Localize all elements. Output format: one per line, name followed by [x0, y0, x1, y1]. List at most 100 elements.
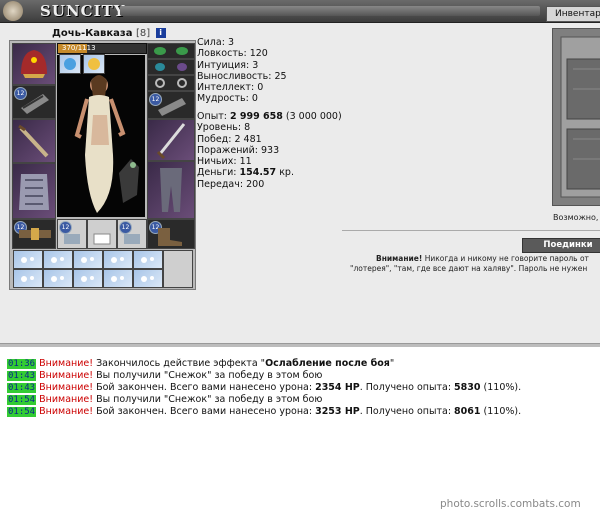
- pocket-slot-9[interactable]: [103, 269, 133, 288]
- money-row: Деньги: 154.57 кр.: [197, 167, 294, 179]
- sword-icon: [18, 124, 49, 158]
- leggings-slot[interactable]: [147, 161, 195, 219]
- armor-icon: [19, 174, 49, 210]
- scroll-slot-3[interactable]: 12: [117, 219, 147, 249]
- pocket-slot-10[interactable]: [133, 269, 163, 288]
- level-row: Уровень: 8: [197, 122, 251, 134]
- hp-bar: 370/1113: [57, 43, 147, 54]
- pocket-slot-5[interactable]: [133, 250, 163, 269]
- logo-text: SUNCITY: [40, 2, 126, 20]
- duels-button[interactable]: Поединки: [522, 238, 600, 253]
- chat-message: 01:54 Внимание! Вы получили "Снежок" за …: [7, 394, 323, 405]
- stats-block: Сила: 3 Ловкость: 120 Интуиция: 3 Выносл…: [197, 37, 347, 105]
- pocket-slot-7[interactable]: [43, 269, 73, 288]
- progress-block: Опыт: 2 999 658 (3 000 000) Уровень: 8 П…: [197, 111, 352, 190]
- security-warning-line-1: Внимание! Никогда и никому не говорите п…: [376, 254, 589, 263]
- rune-slot-2[interactable]: [147, 59, 195, 75]
- chat-message: 01:43 Внимание! Бой закончен. Всего вами…: [7, 382, 522, 393]
- snowball-icon: [81, 276, 94, 282]
- stat-endurance: Выносливость: 25: [197, 70, 287, 82]
- paper-doll: 370/1113 12 12 12 12 12 12: [9, 40, 196, 290]
- chat-warning-label: Внимание!: [39, 394, 94, 405]
- chat-timestamp[interactable]: 01:36: [7, 359, 37, 369]
- pocket-slot-3[interactable]: [73, 250, 103, 269]
- location-image[interactable]: [552, 28, 600, 206]
- rune-slot-1[interactable]: [147, 43, 195, 59]
- chat-timestamp[interactable]: 01:54: [7, 395, 37, 405]
- chat-message: 01:43 Внимание! Вы получили "Снежок" за …: [7, 370, 323, 381]
- chat-warning-label: Внимание!: [39, 358, 94, 369]
- belt-slot[interactable]: 12: [12, 219, 56, 249]
- armor-slot[interactable]: [12, 163, 56, 219]
- snowball-icon: [21, 257, 34, 263]
- snow-effect-icon: [64, 58, 76, 70]
- security-warning-line-2: "лотерея", "там, где все дают на халяву"…: [350, 264, 588, 273]
- snowball-icon: [21, 276, 34, 282]
- hp-text: 370/1113: [62, 44, 96, 52]
- earrings-slot[interactable]: 12: [12, 85, 56, 119]
- info-icon[interactable]: i: [155, 28, 166, 38]
- dagger-icon: [156, 123, 186, 160]
- stat-intuition: Интуиция: 3: [197, 59, 259, 71]
- scroll-icon: [93, 233, 111, 245]
- rune-slot-3[interactable]: [147, 75, 195, 91]
- pocket-slot-empty[interactable]: [163, 250, 193, 288]
- chat-warning-label: Внимание!: [39, 406, 94, 417]
- scroll-icon: [124, 234, 140, 244]
- effect-slot-1[interactable]: [59, 54, 81, 74]
- top-decorative-band: [120, 6, 540, 16]
- boots-icon: [158, 228, 182, 246]
- beetle-icon: [154, 47, 188, 55]
- logo-emblem-icon: [3, 1, 23, 21]
- character-portrait: [57, 55, 145, 217]
- transfers-row: Передач: 200: [197, 178, 265, 190]
- draws-row: Ничьих: 11: [197, 156, 252, 168]
- chat-timestamp[interactable]: 01:43: [7, 383, 37, 393]
- offhand-slot[interactable]: [147, 119, 195, 161]
- pocket-slot-2[interactable]: [43, 250, 73, 269]
- gloves-icon: [158, 98, 186, 116]
- chat-warning-label: Внимание!: [39, 370, 94, 381]
- gem-icon: [155, 63, 187, 71]
- scroll-slot-1[interactable]: 12: [57, 219, 87, 249]
- belt-icon: [19, 228, 51, 240]
- sun-effect-icon: [88, 58, 100, 70]
- inventory-tab[interactable]: Инвентар: [546, 6, 600, 22]
- losses-row: Поражений: 933: [197, 144, 280, 156]
- experience-row: Опыт: 2 999 658 (3 000 000): [197, 111, 342, 122]
- character-figure: [74, 75, 139, 213]
- effect-slot-2[interactable]: [83, 54, 105, 74]
- boots-slot[interactable]: 12: [147, 219, 195, 249]
- pocket-slot-1[interactable]: [13, 250, 43, 269]
- location-caption: Возможно,: [553, 213, 599, 222]
- stat-intellect: Интеллект: 0: [197, 82, 264, 94]
- stat-agility: Ловкость: 120: [197, 48, 268, 60]
- helmet-slot[interactable]: [12, 43, 56, 85]
- snowball-icon: [141, 257, 154, 263]
- character-name[interactable]: Дочь-Кавказа: [52, 28, 132, 39]
- stat-wisdom: Мудрость: 0: [197, 93, 258, 105]
- location-building: [553, 29, 600, 205]
- pocket-slot-6[interactable]: [13, 269, 43, 288]
- chat-message: 01:54 Внимание! Бой закончен. Всего вами…: [7, 406, 522, 417]
- divider: [342, 230, 600, 231]
- chat-timestamp[interactable]: 01:54: [7, 407, 37, 417]
- ring-icon: [155, 78, 187, 88]
- snowball-icon: [111, 276, 124, 282]
- helmet-icon: [21, 50, 47, 78]
- weapon-slot[interactable]: [12, 119, 56, 163]
- pocket-slot-4[interactable]: [103, 250, 133, 269]
- snowball-icon: [141, 276, 154, 282]
- scroll-slot-2[interactable]: [87, 219, 117, 249]
- snowball-icon: [81, 257, 94, 263]
- gloves-slot[interactable]: 12: [147, 91, 195, 119]
- snowball-icon: [111, 257, 124, 263]
- character-level: [8]: [135, 28, 151, 39]
- chat-log: 01:36 Внимание! Закончилось действие эфф…: [7, 358, 521, 418]
- scroll-icon: [64, 234, 80, 244]
- pocket-slot-8[interactable]: [73, 269, 103, 288]
- leggings-icon: [160, 168, 182, 212]
- bracer-icon: [21, 94, 49, 114]
- stat-strength: Сила: 3: [197, 37, 234, 48]
- chat-timestamp[interactable]: 01:43: [7, 371, 37, 381]
